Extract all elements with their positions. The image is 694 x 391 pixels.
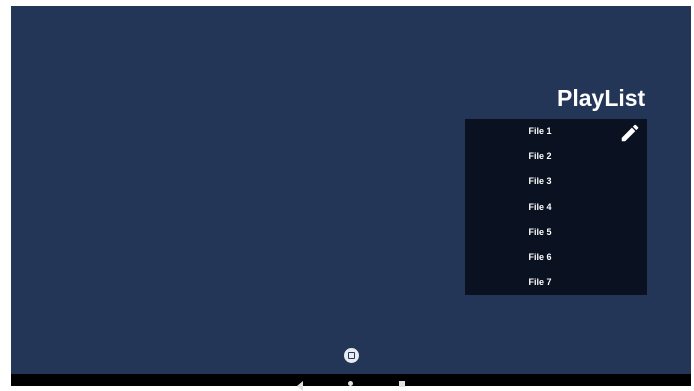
system-navigation-bar [11, 374, 691, 391]
home-circle-button[interactable] [344, 348, 359, 363]
playlist-item-file-7[interactable]: File 7 [465, 270, 615, 295]
playlist-title: PlayList [557, 85, 646, 111]
home-circle-icon [348, 352, 355, 359]
recents-icon[interactable] [399, 381, 405, 387]
playlist-item-file-5[interactable]: File 5 [465, 220, 615, 245]
back-icon[interactable] [297, 381, 303, 391]
playlist-item-file-3[interactable]: File 3 [465, 169, 615, 194]
pencil-icon[interactable] [619, 122, 641, 144]
home-icon[interactable] [348, 381, 353, 386]
playlist-item-file-6[interactable]: File 6 [465, 245, 615, 270]
playlist-item-file-4[interactable]: File 4 [465, 195, 615, 220]
playlist-item-file-2[interactable]: File 2 [465, 144, 615, 169]
playlist-item-file-1[interactable]: File 1 [465, 119, 615, 144]
playlist-panel: File 1 File 2 File 3 File 4 File 5 File … [465, 119, 647, 295]
